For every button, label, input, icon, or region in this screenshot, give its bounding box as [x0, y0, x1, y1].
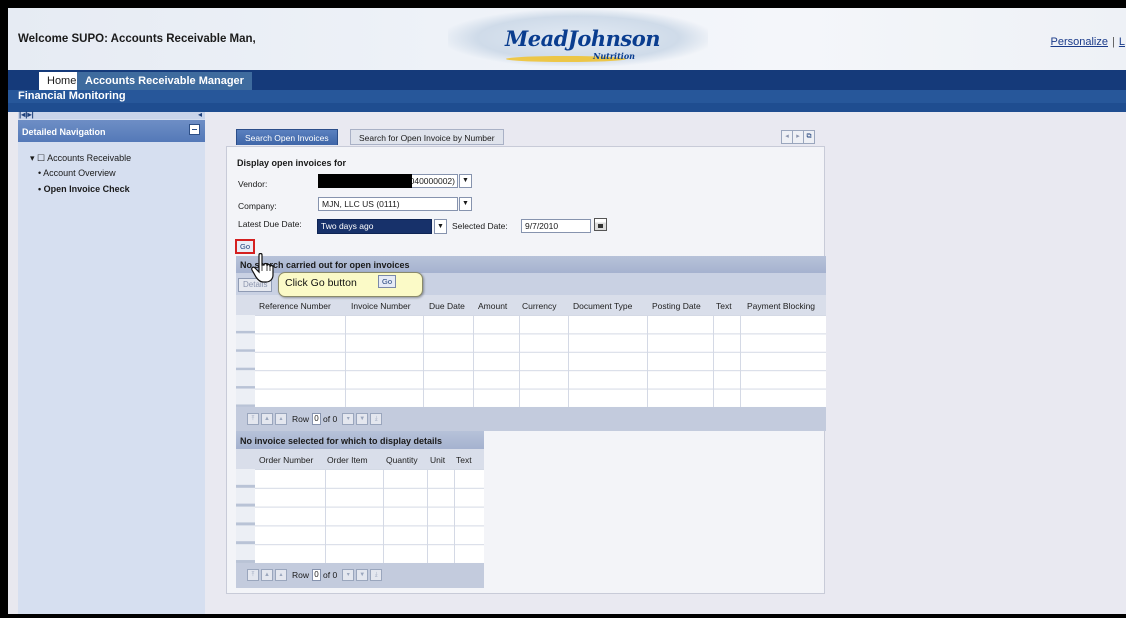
page-title-bar [8, 103, 1126, 112]
prev-page-icon[interactable]: ▲ [261, 569, 273, 581]
row-field[interactable]: 0 [312, 569, 322, 581]
tab-list-icon[interactable]: ⧉ [803, 130, 815, 144]
details-table-pager: ⤒ ▲ ▴ Row 0 of 0 ▾ ▼ ⤓ [247, 568, 383, 582]
last-page-icon[interactable]: ⤓ [370, 413, 383, 425]
column-header[interactable]: Reference Number [259, 301, 331, 311]
column-header[interactable]: Due Date [429, 301, 465, 311]
column-header[interactable]: Text [456, 455, 472, 465]
invoice-table-pager: ⤒ ▲ ▴ Row 0 of 0 ▾ ▼ ⤓ [247, 412, 383, 426]
tutorial-callout-go-button: Go [378, 275, 396, 288]
last-page-icon[interactable]: ⤓ [370, 569, 383, 581]
next-page-icon[interactable]: ▼ [356, 413, 369, 425]
nav-tab-accounts-receivable-manager[interactable]: Accounts Receivable Manager [77, 72, 252, 90]
vendor-label: Vendor: [238, 179, 268, 189]
company-label: Company: [238, 201, 277, 211]
nav-toggle-strip [18, 112, 205, 119]
column-header[interactable]: Amount [478, 301, 507, 311]
company-logo-sub: Nutrition [593, 51, 635, 61]
column-header[interactable]: Unit [430, 455, 445, 465]
column-header[interactable]: Text [716, 301, 732, 311]
tree-item-label: Account Overview [43, 168, 116, 178]
column-header[interactable]: Order Number [259, 455, 313, 465]
minimize-icon[interactable] [189, 124, 200, 135]
tree-item-label: Open Invoice Check [43, 184, 130, 194]
invoice-table-body [255, 315, 826, 407]
header-separator: | [1112, 36, 1115, 48]
column-header[interactable]: Currency [522, 301, 556, 311]
row-label: Row [292, 414, 310, 424]
column-header[interactable]: Payment Blocking [747, 301, 815, 311]
sub-nav-bar [8, 90, 1126, 103]
first-page-icon[interactable]: ⤒ [247, 413, 259, 425]
latest-due-date-select[interactable]: Two days ago [317, 219, 432, 234]
next-row-icon[interactable]: ▾ [342, 569, 355, 581]
sub-nav-financial-monitoring[interactable]: Financial Monitoring [18, 89, 126, 104]
tree-item-accounts-receivable[interactable]: ▾ ☐ Accounts Receivable [30, 153, 131, 164]
tab-search-invoice-by-number[interactable]: Search for Open Invoice by Number [350, 129, 504, 145]
tree-item-label: Accounts Receivable [47, 153, 132, 163]
selected-date-field[interactable]: 9/7/2010 [521, 219, 591, 233]
row-label: Row [292, 570, 310, 580]
latest-due-date-label: Latest Due Date: [238, 219, 302, 229]
form-heading: Display open invoices for [237, 158, 347, 168]
column-header[interactable]: Quantity [386, 455, 418, 465]
calendar-icon[interactable] [594, 218, 607, 231]
row-field[interactable]: 0 [312, 413, 322, 425]
welcome-text: Welcome SUPO: Accounts Receivable Man, [18, 33, 256, 45]
row-of-text: of 0 [323, 570, 338, 580]
details-table-body [255, 469, 484, 563]
header-more-link[interactable]: L [1119, 36, 1125, 48]
detailed-navigation-title: Detailed Navigation [22, 127, 106, 137]
tab-search-open-invoices[interactable]: Search Open Invoices [236, 129, 338, 145]
company-field[interactable]: MJN, LLC US (0111) [318, 197, 458, 211]
pointer-hand-icon [251, 253, 274, 283]
personalize-link[interactable]: Personalize [1051, 36, 1108, 48]
tab-scroll-buttons: ◂ ▸ ⧉ [781, 130, 815, 144]
next-page-icon[interactable]: ▼ [356, 569, 369, 581]
dropdown-arrow-icon[interactable]: ▼ [434, 219, 447, 234]
prev-page-icon[interactable]: ▲ [261, 413, 273, 425]
go-button[interactable]: Go [235, 239, 255, 254]
dropdown-arrow-icon[interactable]: ▼ [459, 174, 472, 188]
column-header[interactable]: Order Item [327, 455, 368, 465]
row-selector-column[interactable] [236, 469, 255, 563]
column-header[interactable]: Invoice Number [351, 301, 411, 311]
vendor-redaction [318, 174, 412, 188]
row-of-text: of 0 [323, 414, 338, 424]
arrow-left-right-icon[interactable]: |◂|▸| [19, 110, 34, 119]
company-logo: MeadJohnson [505, 26, 660, 51]
row-selector-column[interactable] [236, 315, 255, 407]
prev-row-icon[interactable]: ▴ [275, 413, 287, 425]
tree-item-open-invoice-check[interactable]: • Open Invoice Check [38, 184, 130, 194]
selected-date-label: Selected Date: [452, 221, 508, 231]
details-table-title: No invoice selected for which to display… [240, 436, 443, 446]
tree-item-account-overview[interactable]: • Account Overview [38, 168, 116, 178]
folder-icon: ☐ [37, 153, 46, 163]
column-header[interactable]: Posting Date [652, 301, 701, 311]
tutorial-callout-text: Click Go button [285, 277, 357, 289]
column-header[interactable]: Document Type [573, 301, 632, 311]
collapse-icon[interactable]: ◂ [198, 110, 202, 119]
first-page-icon[interactable]: ⤒ [247, 569, 259, 581]
next-row-icon[interactable]: ▾ [342, 413, 355, 425]
prev-row-icon[interactable]: ▴ [275, 569, 287, 581]
dropdown-arrow-icon[interactable]: ▼ [459, 197, 472, 211]
